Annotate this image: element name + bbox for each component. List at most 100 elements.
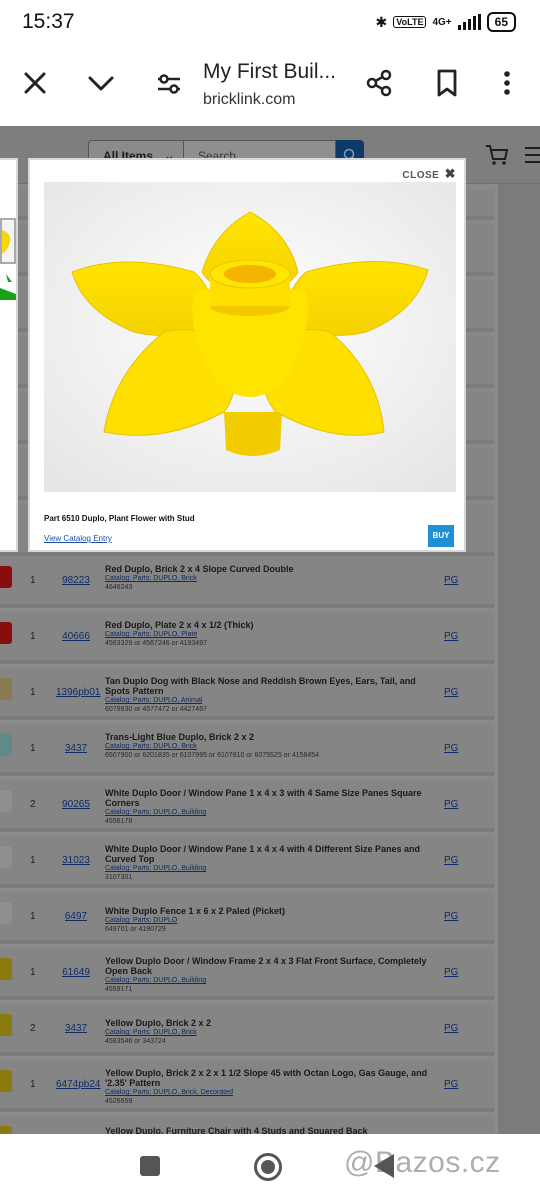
share-icon	[366, 69, 392, 97]
row-alt-numbers: 4583546 or 343724	[105, 1038, 166, 1045]
system-navigation-bar: @Bazos.cz	[0, 1134, 540, 1200]
close-tab-button[interactable]	[20, 68, 50, 98]
row-description-text: Red Duplo, Brick 2 x 4 Slope Curved Doub…	[105, 564, 294, 574]
row-item-number[interactable]: 6497	[56, 911, 96, 922]
row-catalog-link[interactable]: Catalog: Parts: DUPLO, Building	[105, 976, 435, 985]
row-item-number[interactable]: 31023	[56, 855, 96, 866]
recents-button[interactable]	[140, 1156, 160, 1176]
row-price-guide-link[interactable]: PG	[444, 575, 458, 586]
row-item-number[interactable]: 3437	[56, 1023, 96, 1034]
close-icon	[24, 72, 46, 94]
volte-icon: VoLTE	[393, 16, 427, 28]
row-quantity: 1	[30, 1079, 36, 1090]
flower-part-illustration	[44, 182, 456, 492]
row-catalog-link[interactable]: Catalog: Parts: DUPLO	[105, 916, 435, 925]
cart-icon[interactable]	[485, 144, 509, 166]
row-quantity: 2	[30, 799, 36, 810]
row-description: Yellow Duplo, Brick 2 x 2 x 1 1/2 Slope …	[105, 1068, 435, 1106]
row-item-number[interactable]: 6474pb24	[56, 1079, 101, 1090]
row-thumbnail[interactable]	[0, 566, 12, 588]
row-thumbnail[interactable]	[0, 790, 12, 812]
row-quantity: 2	[30, 1023, 36, 1034]
lightbox-thumbnail[interactable]	[0, 218, 16, 264]
minimize-button[interactable]	[86, 72, 116, 96]
row-item-number[interactable]: 3437	[56, 743, 96, 754]
row-alt-numbers: 4563329 or 4567246 or 4193497	[105, 640, 207, 647]
row-thumbnail[interactable]	[0, 902, 12, 924]
row-description: Yellow Duplo, Brick 2 x 2 Catalog: Parts…	[105, 1018, 435, 1046]
row-catalog-link[interactable]: Catalog: Parts: DUPLO, Animal	[105, 696, 435, 705]
row-price-guide-link[interactable]: PG	[444, 631, 458, 642]
row-description: White Duplo Fence 1 x 6 x 2 Paled (Picke…	[105, 906, 435, 934]
row-description-text: Yellow Duplo, Furniture Chair with 4 Stu…	[105, 1126, 368, 1134]
lightbox-close-button[interactable]: CLOSE ✖	[402, 166, 456, 182]
lightbox-thumbnail[interactable]	[0, 268, 16, 318]
row-thumbnail[interactable]	[0, 734, 12, 756]
back-button[interactable]	[374, 1154, 394, 1178]
row-description: Yellow Duplo Door / Window Frame 2 x 4 x…	[105, 956, 435, 994]
row-alt-numbers: 6507900 or 6201835 or 6107995 or 6107810…	[105, 752, 320, 759]
row-catalog-link[interactable]: Catalog: Parts: DUPLO, Brick	[105, 742, 435, 751]
status-bar: 15:37 ✱ VoLTE 4G+ 65	[0, 0, 540, 48]
row-thumbnail[interactable]	[0, 1070, 12, 1092]
row-description-text: Yellow Duplo, Brick 2 x 2	[105, 1018, 212, 1028]
page-domain: bricklink.com	[203, 91, 296, 108]
row-catalog-link[interactable]: Catalog: Parts: DUPLO, Plate	[105, 630, 435, 639]
table-row: 1 40666 Red Duplo, Plate 2 x 4 x 1/2 (Th…	[0, 612, 494, 664]
row-thumbnail[interactable]	[0, 622, 12, 644]
row-alt-numbers: 4559171	[105, 986, 133, 993]
row-catalog-link[interactable]: Catalog: Parts: DUPLO, Brick, Decorated	[105, 1088, 435, 1097]
page-settings-button[interactable]	[156, 72, 182, 96]
row-catalog-link[interactable]: Catalog: Parts: DUPLO, Building	[105, 864, 435, 873]
row-item-number[interactable]: 40666	[56, 631, 96, 642]
battery-icon: 65	[486, 12, 516, 32]
watermark: @Bazos.cz	[344, 1146, 501, 1179]
row-quantity: 1	[30, 575, 36, 586]
page-title: My First Buil...	[203, 60, 337, 83]
more-options-button[interactable]	[497, 68, 517, 98]
home-button[interactable]	[254, 1153, 282, 1181]
bluetooth-icon: ✱	[375, 13, 388, 30]
row-price-guide-link[interactable]: PG	[444, 1023, 458, 1034]
row-quantity: 1	[30, 911, 36, 922]
buy-button[interactable]: BUY	[428, 525, 454, 547]
row-thumbnail[interactable]	[0, 1126, 12, 1134]
table-row: 2 90265 White Duplo Door / Window Pane 1…	[0, 780, 494, 832]
row-price-guide-link[interactable]: PG	[444, 911, 458, 922]
row-item-number[interactable]: 1396pb01	[56, 687, 101, 698]
signal-icon	[457, 14, 481, 30]
row-price-guide-link[interactable]: PG	[444, 855, 458, 866]
table-row: 1 6497 White Duplo Fence 1 x 6 x 2 Paled…	[0, 892, 494, 944]
page-gutter	[498, 184, 540, 1134]
row-thumbnail[interactable]	[0, 846, 12, 868]
row-thumbnail[interactable]	[0, 678, 12, 700]
part-caption: Part 6510 Duplo, Plant Flower with Stud	[44, 514, 195, 523]
row-item-number[interactable]: 61649	[56, 967, 96, 978]
row-catalog-link[interactable]: Catalog: Parts: DUPLO, Brick	[105, 574, 435, 583]
row-catalog-link[interactable]: Catalog: Parts: DUPLO, Building	[105, 808, 435, 817]
row-thumbnail[interactable]	[0, 1014, 12, 1036]
row-price-guide-link[interactable]: PG	[444, 687, 458, 698]
table-row: 1 31023 White Duplo Door / Window Pane 1…	[0, 836, 494, 888]
network-type: 4G+	[432, 16, 452, 28]
row-price-guide-link[interactable]: PG	[444, 967, 458, 978]
row-quantity: 1	[30, 687, 36, 698]
row-alt-numbers: 4556178	[105, 818, 133, 825]
row-price-guide-link[interactable]: PG	[444, 743, 458, 754]
lightbox-thumbnail-strip	[0, 158, 18, 552]
row-description: White Duplo Door / Window Pane 1 x 4 x 3…	[105, 788, 435, 826]
row-thumbnail[interactable]	[0, 958, 12, 980]
row-item-number[interactable]: 98223	[56, 575, 96, 586]
status-icons: ✱ VoLTE 4G+ 65	[376, 12, 516, 32]
row-description-text: Yellow Duplo Door / Window Frame 2 x 4 x…	[105, 956, 427, 976]
tune-icon	[158, 74, 180, 94]
hamburger-menu-icon[interactable]	[525, 146, 540, 164]
row-quantity: 1	[30, 967, 36, 978]
row-price-guide-link[interactable]: PG	[444, 1079, 458, 1090]
share-button[interactable]	[364, 68, 394, 98]
row-price-guide-link[interactable]: PG	[444, 799, 458, 810]
view-catalog-entry-link[interactable]: View Catalog Entry	[44, 534, 112, 543]
row-catalog-link[interactable]: Catalog: Parts: DUPLO, Brick	[105, 1028, 435, 1037]
bookmark-button[interactable]	[434, 68, 460, 98]
row-item-number[interactable]: 90265	[56, 799, 96, 810]
